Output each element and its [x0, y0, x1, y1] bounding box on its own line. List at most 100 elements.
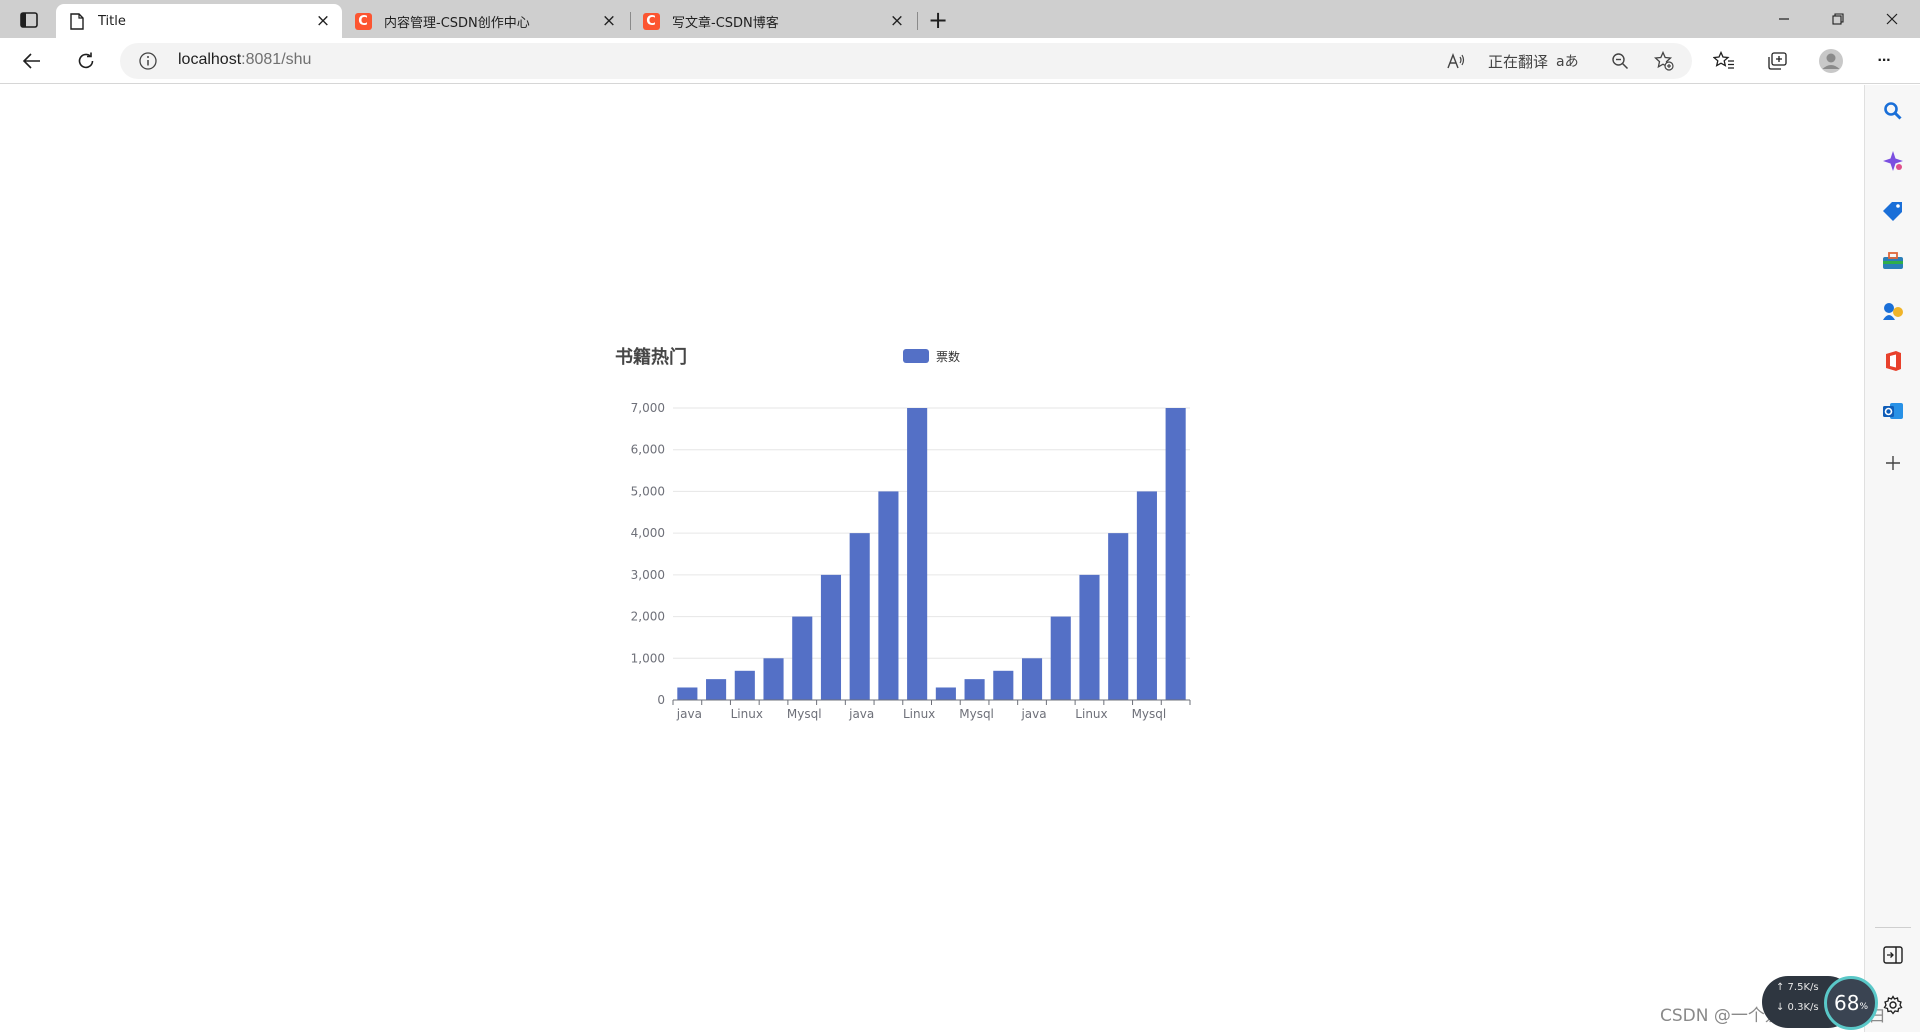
back-button[interactable]: [16, 45, 48, 77]
bar: [993, 670, 1014, 700]
sidebar-divider: [1875, 927, 1911, 928]
shopping-icon[interactable]: [1879, 197, 1907, 225]
y-tick-label: 4,000: [631, 526, 665, 540]
tab-actions-button[interactable]: [12, 7, 46, 33]
bar: [907, 408, 928, 700]
back-arrow-icon: [22, 53, 40, 69]
bar-layer: [677, 408, 1186, 700]
y-tick-label: 1,000: [631, 651, 665, 665]
x-tick-label: java: [676, 707, 702, 721]
refresh-icon: [78, 52, 94, 69]
zoom-button[interactable]: [1606, 49, 1634, 73]
refresh-button[interactable]: [70, 45, 102, 77]
y-tick-label: 7,000: [631, 401, 665, 415]
tab-separator: [917, 12, 918, 30]
bar: [677, 687, 698, 700]
browser-toolbar: localhost:8081/shu 正在翻译 aあ ···: [0, 38, 1920, 84]
collections-icon: [1768, 52, 1787, 70]
translate-icon: aあ: [1556, 54, 1579, 70]
favorites-button[interactable]: [1708, 45, 1740, 77]
bar: [706, 679, 727, 700]
close-icon: [1886, 13, 1898, 25]
download-speed: ↓ 0.3K/s: [1776, 1002, 1819, 1013]
new-tab-button[interactable]: +: [924, 6, 952, 34]
outlook-icon[interactable]: [1879, 397, 1907, 425]
bar: [849, 533, 870, 700]
csdn-icon: C: [354, 12, 372, 30]
search-icon[interactable]: [1879, 97, 1907, 125]
legend-label[interactable]: 票数: [936, 349, 960, 364]
minimize-button[interactable]: [1756, 0, 1812, 38]
close-window-button[interactable]: [1864, 0, 1920, 38]
bar: [964, 679, 985, 700]
collections-button[interactable]: [1761, 45, 1793, 77]
tab-label: 内容管理-CSDN创作中心: [384, 15, 530, 31]
x-tick-label: Linux: [731, 707, 763, 721]
x-tick-label: java: [1020, 707, 1046, 721]
bar: [1021, 658, 1043, 700]
tab-label: 写文章-CSDN博客: [672, 15, 779, 31]
y-tick-label: 2,000: [631, 610, 665, 624]
edge-sidebar: [1864, 85, 1920, 1032]
settings-more-button[interactable]: ···: [1868, 45, 1900, 77]
split-screen-icon[interactable]: [1879, 941, 1907, 969]
bar: [792, 616, 813, 700]
bar: [1165, 408, 1186, 700]
x-tick-label: Linux: [903, 707, 935, 721]
tab-label: Title: [98, 13, 126, 29]
bar: [1050, 616, 1071, 700]
address-bar[interactable]: localhost:8081/shu 正在翻译 aあ: [120, 43, 1692, 79]
url-text[interactable]: localhost:8081/shu: [178, 51, 311, 69]
minimize-icon: [1779, 18, 1789, 20]
y-tick-label: 3,000: [631, 568, 665, 582]
csdn-logo: C: [642, 12, 660, 30]
close-tab-icon[interactable]: ×: [886, 10, 908, 32]
x-tick-label: Mysql: [787, 707, 822, 721]
add-favorite-button[interactable]: [1650, 49, 1678, 73]
restore-button[interactable]: [1810, 0, 1866, 38]
profile-button[interactable]: [1815, 45, 1847, 77]
close-tab-icon[interactable]: ×: [598, 10, 620, 32]
upload-speed: ↑ 7.5K/s: [1776, 982, 1819, 993]
office-icon[interactable]: [1879, 347, 1907, 375]
x-tick-label: Mysql: [1132, 707, 1167, 721]
tab-csdn-write[interactable]: C 写文章-CSDN博客 ×: [630, 4, 916, 38]
translate-label: 正在翻译: [1488, 52, 1549, 71]
y-tick-label: 0: [657, 693, 665, 707]
url-host: localhost: [178, 51, 242, 68]
bar: [820, 574, 842, 700]
tab-strip: Title × C 内容管理-CSDN创作中心 × C 写文章-CSDN博客 ×…: [0, 0, 1920, 38]
restore-icon: [1832, 13, 1844, 25]
read-aloud-button[interactable]: [1442, 49, 1470, 73]
tools-icon[interactable]: [1879, 247, 1907, 275]
y-tick-label: 6,000: [631, 443, 665, 457]
csdn-icon: C: [642, 12, 660, 30]
book-popularity-chart: 书籍热门 票数 0 1,000 2,000 3,000 4,000 5,000 6,000 7…: [605, 330, 1205, 730]
cpu-usage-gauge: 68%: [1824, 976, 1878, 1030]
bar: [763, 658, 784, 700]
cpu-usage-unit: %: [1859, 1002, 1868, 1012]
tab-title[interactable]: Title ×: [56, 4, 342, 38]
games-icon[interactable]: [1879, 297, 1907, 325]
favorites-icon: [1713, 51, 1734, 69]
star-add-icon: [1654, 51, 1674, 71]
chart-title: 书籍热门: [615, 346, 687, 368]
bar: [734, 670, 755, 700]
add-icon[interactable]: [1879, 449, 1907, 477]
x-tick-label: java: [848, 707, 874, 721]
bar: [935, 687, 956, 700]
legend-swatch[interactable]: [903, 349, 929, 363]
close-tab-icon[interactable]: ×: [312, 10, 334, 32]
bar: [878, 491, 899, 700]
tab-actions-icon: [20, 12, 38, 28]
x-tick-label: Mysql: [959, 707, 994, 721]
tab-csdn-content[interactable]: C 内容管理-CSDN创作中心 ×: [342, 4, 628, 38]
page-icon: [68, 12, 86, 30]
network-monitor-widget[interactable]: ↑ 7.5K/s ↓ 0.3K/s 68%: [1762, 976, 1882, 1030]
y-tick-label: 5,000: [631, 484, 665, 498]
x-tick-label: Linux: [1075, 707, 1107, 721]
site-info-icon[interactable]: [138, 51, 158, 71]
zoom-out-icon: [1612, 53, 1629, 70]
translate-button[interactable]: 正在翻译 aあ: [1488, 49, 1588, 73]
copilot-icon[interactable]: [1879, 147, 1907, 175]
